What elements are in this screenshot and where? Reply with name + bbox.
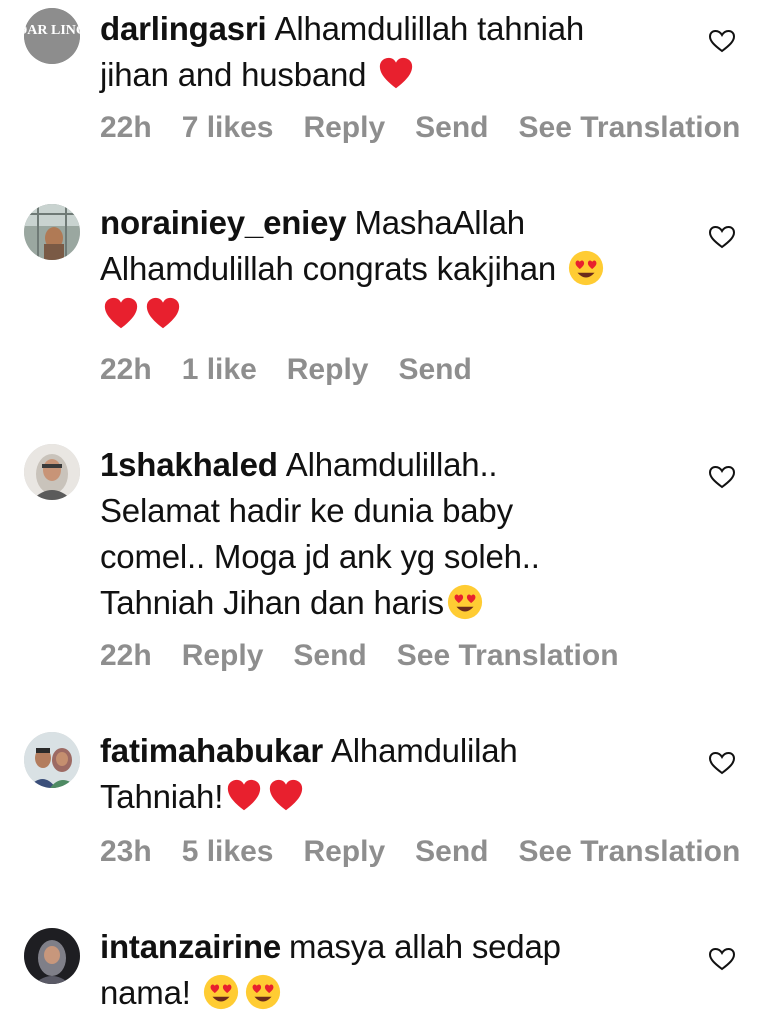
likes-count-link[interactable]: 7 likes — [182, 111, 274, 144]
comment-actions: 22h 1 like Reply Send — [100, 350, 502, 390]
like-heart-icon[interactable] — [708, 464, 736, 490]
comment-username[interactable]: fatimahabukar — [100, 732, 323, 769]
comment-text-block: fatimahabukar Alhamdulilah Tahniah! — [100, 728, 580, 820]
avatar[interactable]: DAR LING — [24, 8, 80, 64]
comment-text-block: intanzairine masya allah sedap nama! — [100, 924, 640, 1016]
like-heart-icon[interactable] — [708, 750, 736, 776]
like-heart-icon[interactable] — [708, 946, 736, 972]
heart-eyes-icon — [202, 973, 240, 1011]
avatar-image — [24, 732, 80, 788]
avatar-image — [24, 928, 80, 984]
red-heart-icon — [102, 295, 140, 333]
comment-username[interactable]: 1shakhaled — [100, 446, 278, 483]
comment-time: 22h — [100, 353, 152, 386]
avatar[interactable] — [24, 928, 80, 984]
comment-username[interactable]: intanzairine — [100, 928, 281, 965]
see-translation-button[interactable]: See Translation — [519, 111, 741, 144]
avatar-logo-text: DAR LING — [24, 23, 80, 38]
see-translation-button[interactable]: See Translation — [519, 835, 741, 868]
comment-text-block: norainiey_eniey MashaAllah Alhamdulillah … — [100, 200, 670, 338]
send-button[interactable]: Send — [293, 639, 366, 672]
likes-count-link[interactable]: 1 like — [182, 353, 257, 386]
reply-button[interactable]: Reply — [303, 111, 385, 144]
avatar-image — [24, 444, 80, 500]
send-button[interactable]: Send — [415, 835, 488, 868]
heart-eyes-icon — [567, 249, 605, 287]
comment-actions: 22h 7 likes Reply Send See Translation — [100, 108, 770, 148]
likes-count-link[interactable]: 5 likes — [182, 835, 274, 868]
comment-time: 22h — [100, 639, 152, 672]
avatar[interactable] — [24, 732, 80, 788]
red-heart-icon — [144, 295, 182, 333]
send-button[interactable]: Send — [415, 111, 488, 144]
red-heart-icon — [225, 777, 263, 815]
reply-button[interactable]: Reply — [303, 835, 385, 868]
comment-actions: 23h 5 likes Reply Send See Translation — [100, 832, 770, 872]
comment-time: 23h — [100, 835, 152, 868]
like-heart-icon[interactable] — [708, 28, 736, 54]
avatar-image — [24, 204, 80, 260]
like-heart-icon[interactable] — [708, 224, 736, 250]
comment-username[interactable]: norainiey_eniey — [100, 204, 347, 241]
reply-button[interactable]: Reply — [182, 639, 264, 672]
send-button[interactable]: Send — [398, 353, 471, 386]
avatar[interactable] — [24, 444, 80, 500]
avatar-image: DAR LING — [24, 8, 80, 64]
comment-text-block: 1shakhaled Alhamdulillah.. Selamat hadir … — [100, 442, 610, 626]
avatar[interactable] — [24, 204, 80, 260]
comment-text-block: darlingasri Alhamdulillah tahniah jihan a… — [100, 6, 660, 98]
heart-eyes-icon — [446, 583, 484, 621]
red-heart-icon — [267, 777, 305, 815]
red-heart-icon — [377, 55, 415, 93]
heart-eyes-icon — [244, 973, 282, 1011]
reply-button[interactable]: Reply — [287, 353, 369, 386]
comment-username[interactable]: darlingasri — [100, 10, 267, 47]
comment-time: 22h — [100, 111, 152, 144]
comment-actions: 22h Reply Send See Translation — [100, 636, 649, 676]
see-translation-button[interactable]: See Translation — [397, 639, 619, 672]
